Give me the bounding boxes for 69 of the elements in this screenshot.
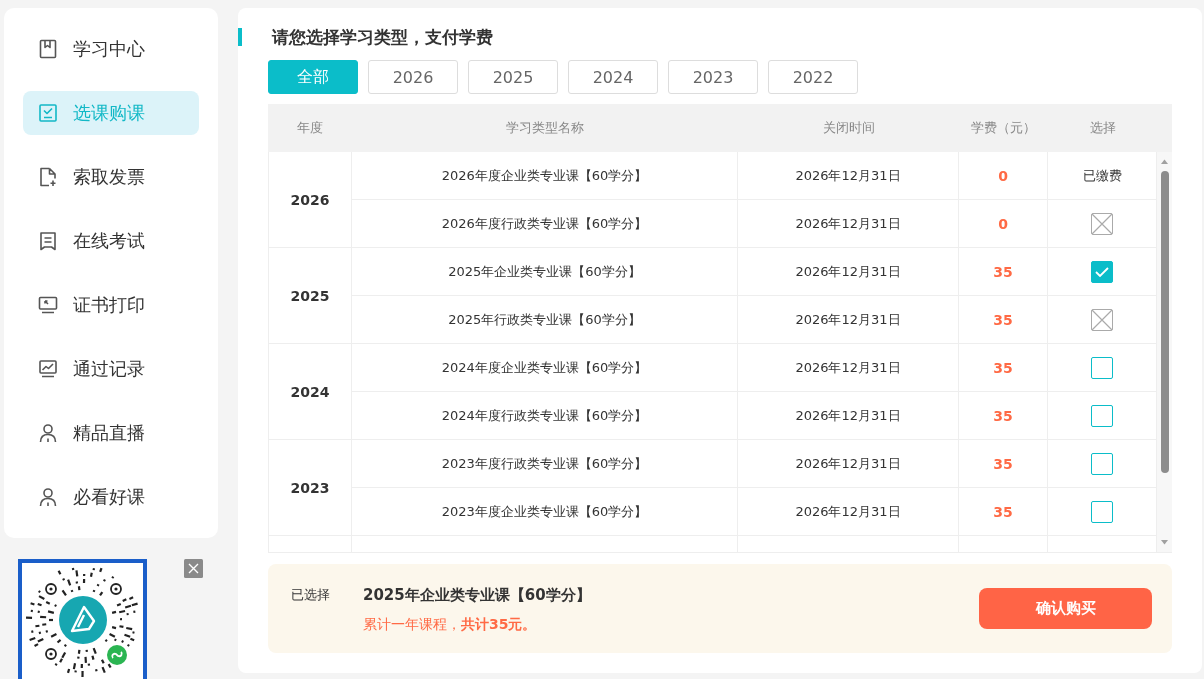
selection-label: 已选择	[291, 585, 331, 604]
fee-amount: 0	[998, 167, 1008, 184]
course-name: 2026年度企业类专业课【60学分】	[441, 166, 648, 185]
year-label: 2024	[290, 383, 330, 400]
course-name: 2024年度企业类专业课【60学分】	[441, 358, 648, 377]
year-tab[interactable]: 2023	[668, 60, 758, 94]
close-date: 2026年12月31日	[795, 310, 901, 329]
close-date: 2026年12月31日	[795, 214, 901, 233]
sidebar-item[interactable]: 精品直播	[23, 411, 199, 455]
section-title: 请您选择学习类型，支付学费	[272, 25, 493, 49]
column-header: 学费（元）	[971, 119, 1036, 137]
check-icon	[1095, 266, 1109, 277]
year-label: 2025	[290, 287, 330, 304]
fee-amount: 35	[993, 359, 1013, 376]
close-date: 2026年12月31日	[795, 166, 901, 185]
sidebar-item[interactable]: 通过记录	[23, 347, 199, 391]
course-name: 2025年企业类专业课【60学分】	[448, 262, 641, 281]
checkbox[interactable]	[1091, 452, 1113, 475]
total-summary: 累计一年课程，共计35元。	[363, 614, 537, 634]
checkbox[interactable]	[1091, 260, 1113, 283]
paid-status: 已缴费	[1082, 166, 1122, 185]
sidebar-item[interactable]: 学习中心	[23, 27, 199, 71]
year-tab[interactable]: 2024	[568, 60, 658, 94]
sidebar-item[interactable]: 索取发票	[23, 155, 199, 199]
fee-amount: 35	[993, 263, 1013, 280]
course-name: 2024年度行政类专业课【60学分】	[441, 406, 648, 425]
course-name: 2026年度行政类专业课【60学分】	[441, 214, 648, 233]
chart-monitor-icon	[38, 359, 58, 379]
fee-amount: 35	[993, 503, 1013, 520]
fee-amount: 35	[993, 311, 1013, 328]
sidebar-item[interactable]: 必看好课	[23, 475, 199, 519]
fee-amount: 0	[998, 215, 1008, 232]
accent-bar	[238, 28, 242, 46]
checkbox[interactable]	[1091, 356, 1113, 379]
close-date: 2026年12月31日	[795, 358, 901, 377]
document-add-icon	[38, 167, 58, 187]
close-icon[interactable]	[184, 559, 203, 578]
person-icon	[38, 423, 58, 443]
selected-course: 2025年企业类专业课【60学分】	[363, 584, 591, 606]
year-label: 2023	[290, 479, 330, 496]
column-header: 选择	[1089, 119, 1116, 137]
course-name: 2023年度企业类专业课【60学分】	[441, 502, 648, 521]
fee-amount: 35	[993, 455, 1013, 472]
checkbox[interactable]	[1091, 404, 1113, 427]
course-name: 2023年度行政类专业课【60学分】	[441, 454, 648, 473]
year-tab[interactable]: 2026	[368, 60, 458, 94]
column-header: 年度	[297, 119, 323, 137]
checkbox[interactable]	[1091, 500, 1113, 523]
receipt-icon	[38, 231, 58, 251]
year-tab[interactable]: 2025	[468, 60, 558, 94]
close-date: 2026年12月31日	[795, 262, 901, 281]
close-date: 2026年12月31日	[795, 454, 901, 473]
year-tab[interactable]: 2022	[768, 60, 858, 94]
course-name: 2025年行政类专业课【60学分】	[448, 310, 641, 329]
sidebar-item[interactable]: 证书打印	[23, 283, 199, 327]
sidebar-item[interactable]: 在线考试	[23, 219, 199, 263]
check-square-icon	[38, 103, 58, 123]
column-header: 学习类型名称	[506, 119, 584, 137]
fee-amount: 35	[993, 407, 1013, 424]
monitor-icon	[38, 295, 58, 315]
close-date: 2026年12月31日	[795, 406, 901, 425]
column-header: 关闭时间	[822, 119, 875, 137]
crossed-box-icon	[1091, 212, 1113, 235]
scrollbar[interactable]	[1157, 152, 1172, 552]
year-label: 2026	[290, 191, 330, 208]
crossed-box-icon	[1091, 308, 1113, 331]
person-icon	[38, 487, 58, 507]
book-icon	[38, 39, 58, 59]
close-date: 2026年12月31日	[795, 502, 901, 521]
